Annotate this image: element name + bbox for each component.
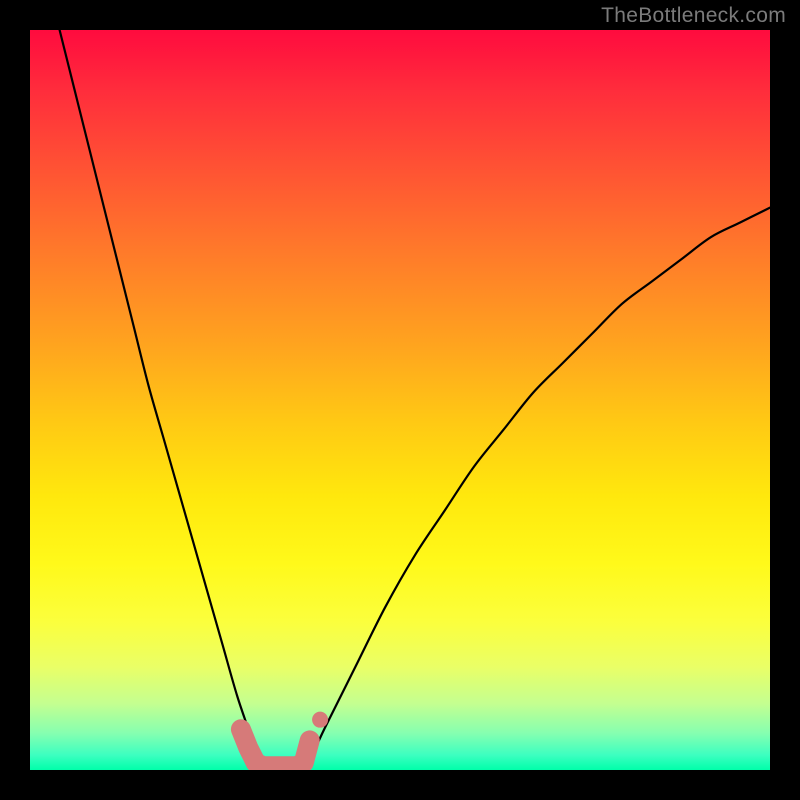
optimal-end-dot [312, 712, 328, 728]
optimal-region-band [241, 729, 310, 766]
chart-frame: TheBottleneck.com [0, 0, 800, 800]
curve-layer [30, 30, 770, 770]
optimal-region-markers [241, 712, 328, 767]
watermark-text: TheBottleneck.com [601, 4, 786, 28]
bottleneck-curve [60, 30, 770, 770]
plot-area [30, 30, 770, 770]
